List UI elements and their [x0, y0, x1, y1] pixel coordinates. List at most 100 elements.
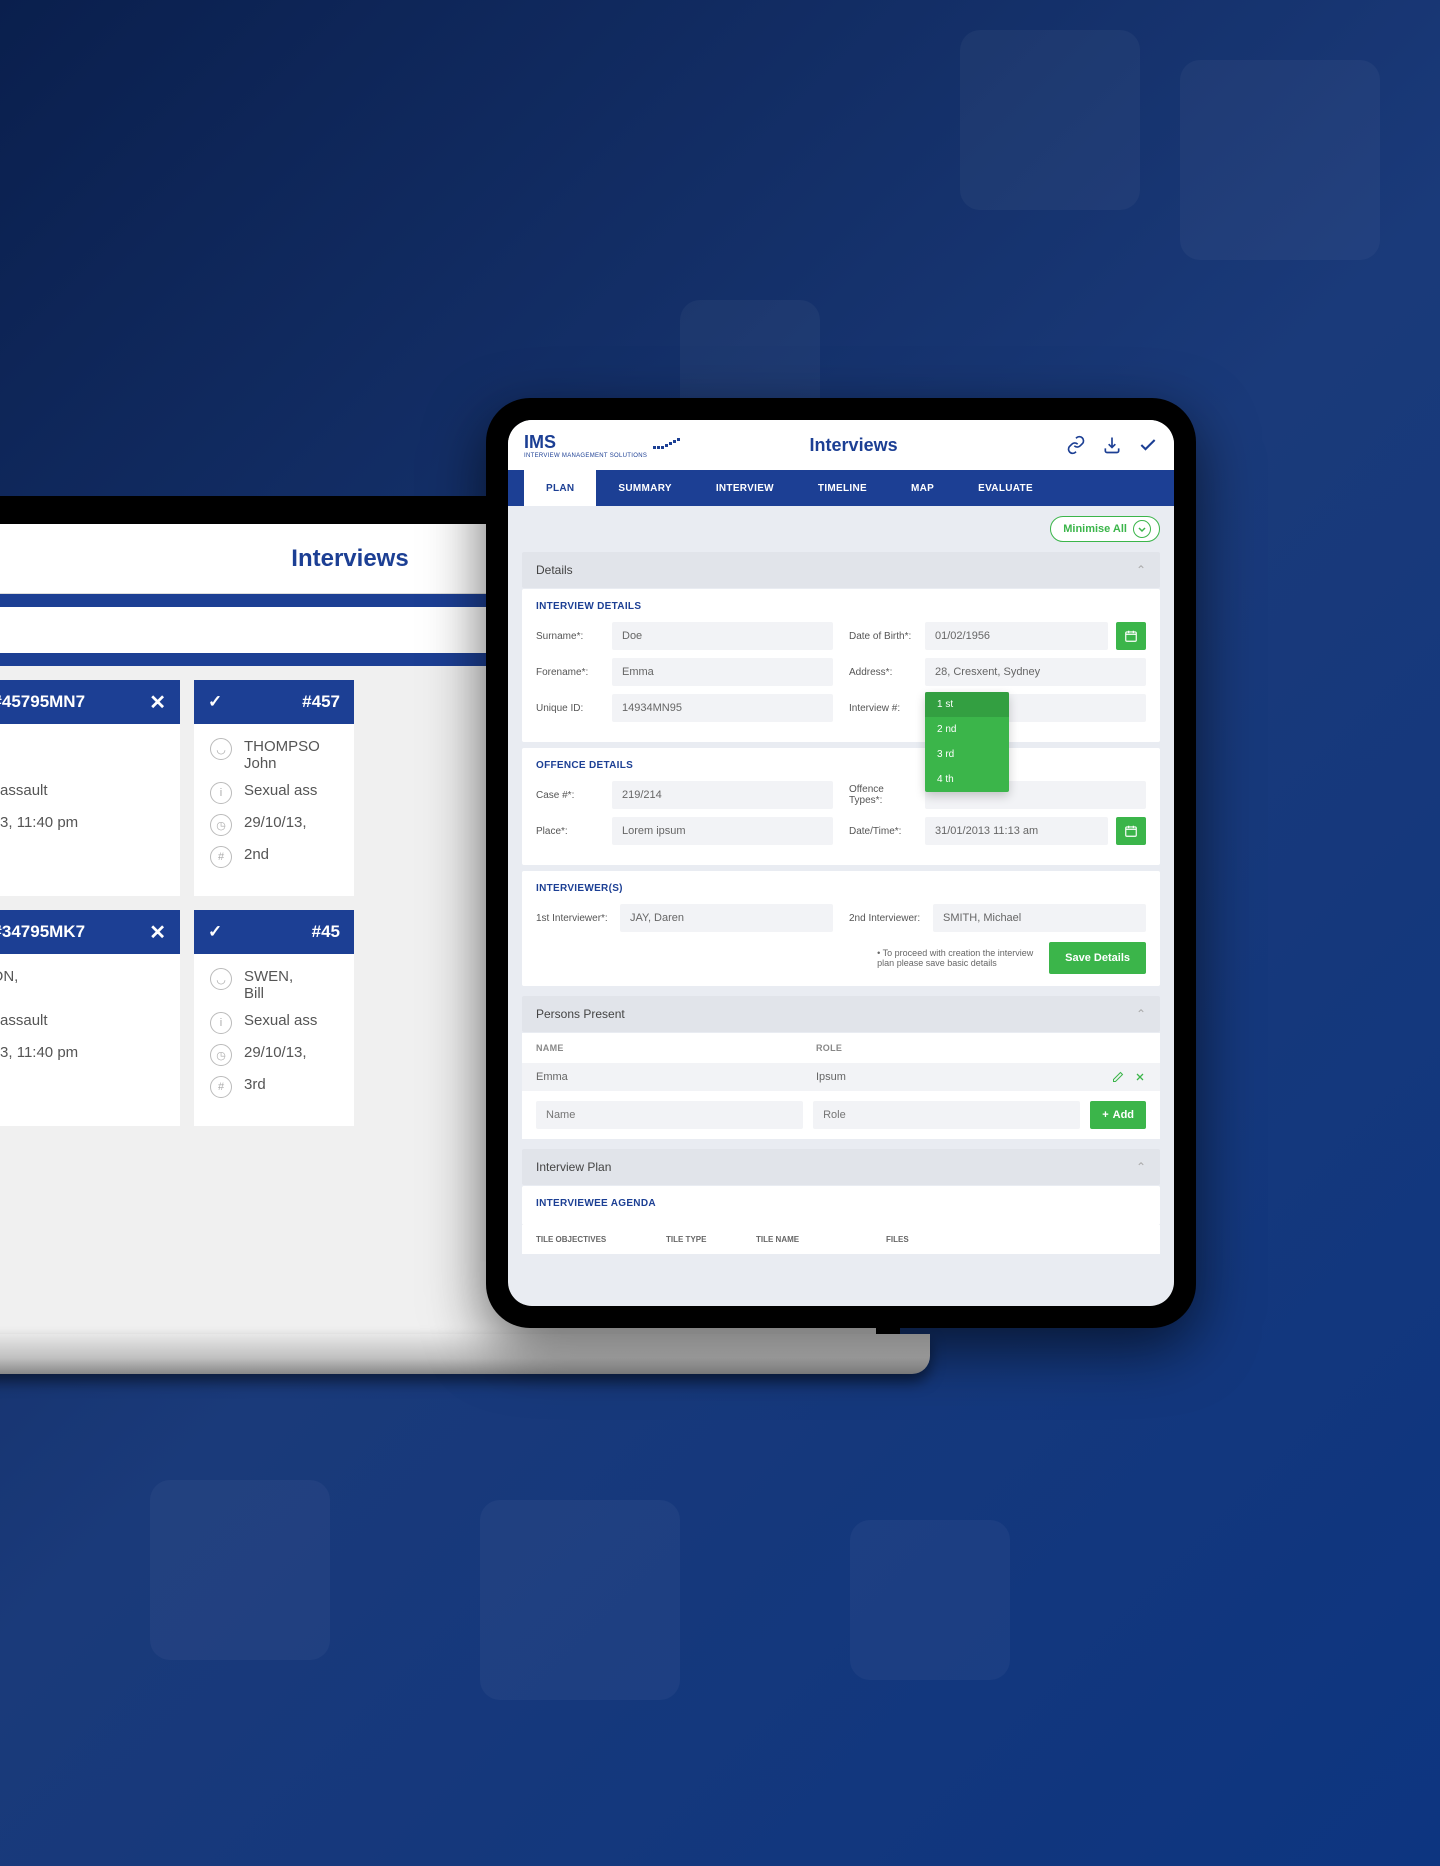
chevron-down-icon	[1133, 520, 1151, 538]
card-name: SWEN, Bill	[244, 968, 293, 1002]
agenda-heading: INTERVIEWEE AGENDA	[536, 1198, 1146, 1209]
ordinal-icon: #	[210, 846, 232, 868]
chevron-up-icon: ⌃	[1136, 1007, 1146, 1021]
card-id: #457	[302, 692, 340, 712]
forename-input[interactable]: Emma	[612, 658, 833, 686]
section-plan-header[interactable]: Interview Plan ⌃	[522, 1149, 1160, 1185]
minimise-all-button[interactable]: Minimise All	[1050, 516, 1160, 542]
interview-card[interactable]: ✓ #45795MN7 ✕ ◡SWEN, Bill iSexual assaul…	[0, 680, 180, 896]
section-persons-header[interactable]: Persons Present ⌃	[522, 996, 1160, 1032]
interview-details-heading: INTERVIEW DETAILS	[536, 601, 1146, 612]
person-name: Emma	[536, 1071, 816, 1083]
agenda-columns: TILE OBJECTIVES TILE TYPE TILE NAME FILE…	[522, 1225, 1160, 1254]
person-row: Emma Ipsum	[522, 1063, 1160, 1091]
offence-types-label: Offence Types*:	[849, 784, 917, 806]
info-icon: i	[210, 782, 232, 804]
tab-evaluate[interactable]: EVALUATE	[956, 470, 1055, 506]
card-id: #45795MN7	[0, 692, 85, 712]
tab-interview[interactable]: INTERVIEW	[694, 470, 796, 506]
surname-input[interactable]: Doe	[612, 622, 833, 650]
card-id: #34795MK7	[0, 922, 85, 942]
bg-square	[150, 1480, 330, 1660]
interview-card[interactable]: ✓ #45 ◡ SWEN, Bill i Sexual ass ◷ 29/10/13,…	[194, 910, 354, 1126]
check-icon: ✓	[208, 922, 222, 942]
save-details-button[interactable]: Save Details	[1049, 942, 1146, 974]
card-offence: Sexual assault	[0, 1012, 48, 1029]
uniqueid-input[interactable]: 14934MN95	[612, 694, 833, 722]
tab-summary[interactable]: SUMMARY	[596, 470, 693, 506]
case-label: Case #*:	[536, 790, 604, 801]
close-icon[interactable]: ✕	[149, 690, 166, 715]
uniqueid-label: Unique ID:	[536, 703, 604, 714]
person-role: Ipsum	[816, 1071, 1096, 1083]
second-interviewer-label: 2nd Interviewer:	[849, 913, 925, 924]
card-datetime: 29/10/13, 11:40 pm	[0, 814, 78, 831]
dropdown-option[interactable]: 4 th	[925, 767, 1009, 792]
dob-label: Date of Birth*:	[849, 631, 917, 642]
clock-icon: ◷	[210, 814, 232, 836]
interview-num-dropdown[interactable]: 1 st 2 nd 3 rd 4 th	[925, 692, 1009, 792]
calendar-icon	[1124, 629, 1138, 643]
info-icon: i	[210, 1012, 232, 1034]
tab-map[interactable]: MAP	[889, 470, 956, 506]
tablet-device: IMS INTERVIEW MANAGEMENT SOLUTIONS Inter…	[486, 398, 1196, 1328]
ordinal-icon: #	[210, 1076, 232, 1098]
person-role-input[interactable]	[813, 1101, 1080, 1129]
add-person-button[interactable]: + Add	[1090, 1101, 1146, 1129]
check-icon[interactable]	[1138, 435, 1158, 455]
forename-label: Forename*:	[536, 667, 604, 678]
card-name: THOMPSO John	[244, 738, 320, 772]
bg-square	[850, 1520, 1010, 1680]
tablet-header: IMS INTERVIEW MANAGEMENT SOLUTIONS Inter…	[508, 420, 1174, 470]
bg-square	[480, 1500, 680, 1700]
card-offence: Sexual ass	[244, 1012, 317, 1029]
bg-square	[1180, 60, 1380, 260]
dropdown-option[interactable]: 2 nd	[925, 717, 1009, 742]
person-icon: ◡	[210, 968, 232, 990]
calendar-icon	[1124, 824, 1138, 838]
card-ordinal: 3rd	[244, 1076, 266, 1093]
interviewers-heading: INTERVIEWER(S)	[536, 883, 1146, 894]
clock-icon: ◷	[210, 1044, 232, 1066]
card-ordinal: 2nd	[244, 846, 269, 863]
tabs-bar: PLAN SUMMARY INTERVIEW TIMELINE MAP EVAL…	[508, 470, 1174, 506]
dropdown-option[interactable]: 1 st	[925, 692, 1009, 717]
card-offence: Sexual ass	[244, 782, 317, 799]
person-icon: ◡	[210, 738, 232, 760]
second-interviewer-input[interactable]: SMITH, Michael	[933, 904, 1146, 932]
card-id: #45	[312, 922, 340, 942]
person-name-input[interactable]	[536, 1101, 803, 1129]
persons-name-header: NAME	[536, 1043, 816, 1053]
chevron-up-icon: ⌃	[1136, 1160, 1146, 1174]
place-input[interactable]: Lorem ipsum	[612, 817, 833, 845]
col-files: FILES	[886, 1235, 946, 1244]
dob-calendar-button[interactable]	[1116, 622, 1146, 650]
interview-card[interactable]: ✓ #457 ◡THOMPSO John iSexual ass ◷29/10/…	[194, 680, 354, 896]
link-icon[interactable]	[1066, 435, 1086, 455]
first-interviewer-input[interactable]: JAY, Daren	[620, 904, 833, 932]
laptop-base	[0, 1334, 930, 1374]
dropdown-option[interactable]: 3 rd	[925, 742, 1009, 767]
interview-card[interactable]: ✓ #34795MK7 ✕ ◡LONDON, Bill iSexual assa…	[0, 910, 180, 1126]
col-tile-type: TILE TYPE	[666, 1235, 736, 1244]
col-tile-name: TILE NAME	[756, 1235, 866, 1244]
address-input[interactable]: 28, Cresxent, Sydney	[925, 658, 1146, 686]
datetime-label: Date/Time*:	[849, 826, 917, 837]
download-icon[interactable]	[1102, 435, 1122, 455]
delete-icon[interactable]	[1134, 1071, 1146, 1083]
section-details-header[interactable]: Details ⌃	[522, 552, 1160, 588]
datetime-input[interactable]: 31/01/2013 11:13 am	[925, 817, 1108, 845]
place-label: Place*:	[536, 826, 604, 837]
close-icon[interactable]: ✕	[149, 920, 166, 945]
case-input[interactable]: 219/214	[612, 781, 833, 809]
tab-timeline[interactable]: TIMELINE	[796, 470, 889, 506]
edit-icon[interactable]	[1112, 1071, 1124, 1083]
card-datetime: 29/10/13,	[244, 1044, 307, 1061]
save-note: To proceed with creation the interview p…	[877, 948, 1037, 968]
persons-role-header: ROLE	[816, 1043, 1096, 1053]
datetime-calendar-button[interactable]	[1116, 817, 1146, 845]
check-icon: ✓	[208, 692, 222, 712]
dob-input[interactable]: 01/02/1956	[925, 622, 1108, 650]
first-interviewer-label: 1st Interviewer*:	[536, 913, 612, 924]
tab-plan[interactable]: PLAN	[524, 470, 596, 506]
